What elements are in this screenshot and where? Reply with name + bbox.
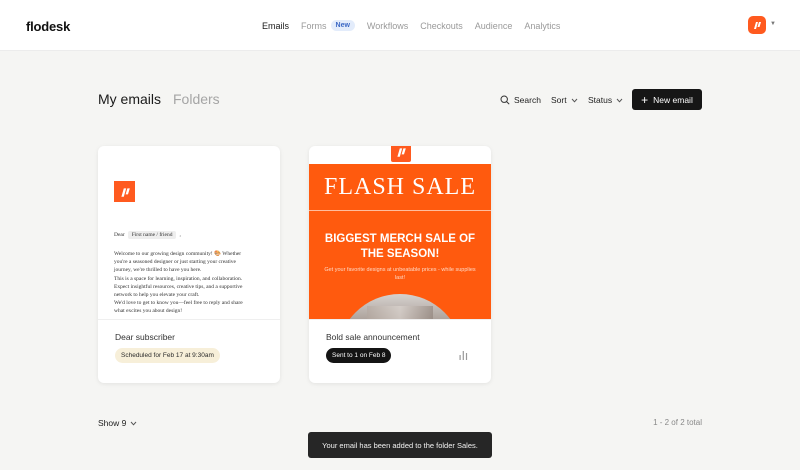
sale-banner: FLASH SALE BIGGEST MERCH SALE OF THE SEA… <box>309 164 491 319</box>
headline-line: THE SEASON! <box>360 248 440 260</box>
show-count-label: Show 9 <box>98 418 127 428</box>
merge-tag: First name / friend <box>127 231 177 239</box>
product-photo <box>337 294 463 319</box>
nav-audience-label: Audience <box>474 20 513 31</box>
body-line: Welcome to our growing design community!… <box>114 251 242 257</box>
email-preview[interactable]: Dear First name / friend , Welcome to ou… <box>98 146 280 319</box>
body-line: you're a seasoned designer or just start… <box>114 259 236 266</box>
card-footer: Dear subscriber Scheduled for Feb 17 at … <box>98 319 280 383</box>
nav-emails-label: Emails <box>262 20 290 31</box>
sale-headline: BIGGEST MERCH SALE OF THE SEASON! <box>309 232 491 262</box>
preview-body: Welcome to our growing design community!… <box>114 250 266 316</box>
sort-dropdown[interactable]: Sort <box>551 95 578 105</box>
pagination-info: 1 - 2 of 2 total <box>653 418 702 427</box>
body-line: network to help you elevate your craft. <box>114 292 200 299</box>
account-avatar[interactable] <box>748 16 766 34</box>
sale-subline: Get your favorite designs at unbeatable … <box>324 267 476 281</box>
new-badge: New <box>330 20 355 31</box>
greeting-text: Dear <box>114 232 125 238</box>
app-logo[interactable]: flodesk <box>26 19 70 34</box>
page-title: My emails <box>98 91 162 107</box>
plus-icon: + <box>641 92 649 107</box>
status-badge: Scheduled for Feb 17 at 9:30am <box>115 348 220 363</box>
folders-tab[interactable]: Folders <box>173 91 220 107</box>
new-email-button[interactable]: + New email <box>632 89 702 110</box>
main-nav: Emails Forms New Workflows Checkouts Audi… <box>262 20 572 31</box>
card-footer: Bold sale announcement Sent to 1 on Feb … <box>309 319 491 383</box>
search-icon <box>500 95 510 105</box>
nav-checkouts[interactable]: Checkouts <box>420 21 463 31</box>
flash-sale-heading: FLASH SALE <box>323 174 477 200</box>
body-line: what excites you about design! <box>114 308 183 315</box>
new-email-label: New email <box>653 94 693 105</box>
email-preview[interactable]: FLASH SALE BIGGEST MERCH SALE OF THE SEA… <box>309 146 491 319</box>
toast-notification: Your email has been added to the folder … <box>308 432 492 458</box>
nav-emails[interactable]: Emails <box>262 21 289 31</box>
nav-forms-label: Forms <box>301 20 327 31</box>
brand-mark-icon <box>754 22 761 29</box>
nav-audience[interactable]: Audience <box>475 21 513 31</box>
headline-line: BIGGEST MERCH SALE OF <box>324 233 476 245</box>
nav-forms[interactable]: Forms New <box>301 20 355 31</box>
chevron-down-icon <box>130 421 137 426</box>
show-count-dropdown[interactable]: Show 9 <box>98 418 137 428</box>
status-label: Status <box>588 95 613 105</box>
body-line: We'd love to get to know you—feel free t… <box>114 300 243 307</box>
brand-logo-icon <box>114 181 135 202</box>
sort-label: Sort <box>551 95 567 105</box>
email-card-bold-sale[interactable]: FLASH SALE BIGGEST MERCH SALE OF THE SEA… <box>309 146 491 383</box>
chevron-down-icon <box>616 98 623 103</box>
body-line: This is a space for learning, inspiratio… <box>114 275 243 282</box>
body-line: Expect insightful resources, creative ti… <box>114 283 243 290</box>
body-line: journey, we're thrilled to have you here… <box>114 267 202 274</box>
chevron-down-icon <box>571 98 577 103</box>
email-name[interactable]: Dear subscriber <box>115 332 175 342</box>
search-button[interactable]: Search <box>500 95 541 105</box>
status-dropdown[interactable]: Status <box>588 95 623 105</box>
brand-logo-icon <box>391 146 411 162</box>
email-card-dear-subscriber[interactable]: Dear First name / friend , Welcome to ou… <box>98 146 280 383</box>
email-name[interactable]: Bold sale announcement <box>326 332 420 342</box>
nav-workflows-label: Workflows <box>366 20 409 31</box>
nav-analytics[interactable]: Analytics <box>524 21 560 31</box>
account-caret-icon[interactable]: ▼ <box>770 21 776 27</box>
greeting-line: Dear First name / friend , <box>114 231 181 239</box>
divider <box>309 210 491 211</box>
nav-checkouts-label: Checkouts <box>420 20 463 31</box>
top-bar: flodesk Emails Forms New Workflows Checko… <box>0 0 800 51</box>
analytics-bar-icon[interactable] <box>459 350 468 360</box>
nav-analytics-label: Analytics <box>524 20 561 31</box>
greeting-comma: , <box>179 232 181 238</box>
nav-workflows[interactable]: Workflows <box>367 21 408 31</box>
search-label: Search <box>514 95 541 105</box>
status-badge: Sent to 1 on Feb 8 <box>326 348 392 363</box>
